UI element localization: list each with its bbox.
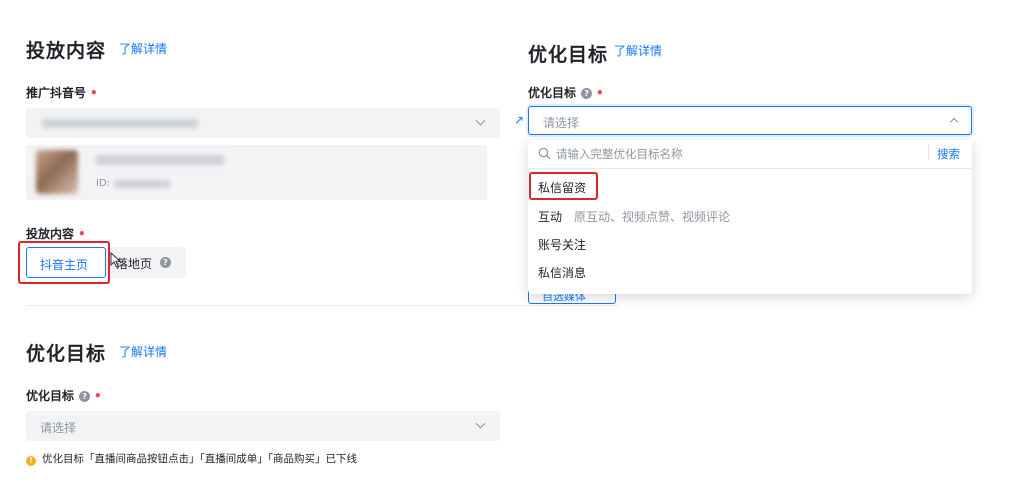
goal-notice-text: 优化目标「直播间商品按钮点击」「直播间成单」「商品购买」已下线: [42, 453, 357, 465]
goal-option-interaction[interactable]: 互动 原互动、视频点赞、视频评论: [538, 208, 730, 225]
goal-label-text: 优化目标: [26, 389, 75, 403]
help-icon[interactable]: ?: [160, 257, 171, 268]
goal-option-label: 账号关注: [538, 238, 587, 252]
dropdown-divider: [528, 168, 972, 169]
help-icon[interactable]: ?: [581, 88, 593, 99]
help-icon[interactable]: ?: [79, 391, 91, 402]
account-card: ID:: [26, 145, 487, 200]
avatar: [36, 150, 78, 194]
right-goal-learn-more-link[interactable]: 了解详情: [614, 42, 662, 59]
chevron-down-icon: [475, 418, 486, 429]
search-separator: [928, 144, 929, 160]
required-mark: •: [90, 86, 98, 100]
chevron-down-icon: [475, 115, 486, 126]
account-id-label: ID:: [96, 178, 111, 189]
content-section-title: 投放内容: [26, 40, 107, 62]
account-id-redacted: [114, 180, 170, 188]
goal-option-label: 私信消息: [538, 266, 587, 280]
content-type-label: 投放内容 •: [26, 225, 86, 242]
mouse-cursor-icon: [110, 252, 121, 268]
account-name-redacted: [96, 155, 224, 165]
goal-search-button[interactable]: 搜索: [937, 146, 960, 162]
goal-section-title: 优化目标: [26, 343, 107, 365]
account-select[interactable]: [26, 108, 500, 138]
content-learn-more-link[interactable]: 了解详情: [119, 40, 167, 57]
required-mark: •: [596, 86, 604, 100]
goal-option-label: 互动: [538, 210, 563, 224]
account-value-redacted: [42, 119, 198, 128]
required-mark: •: [78, 227, 86, 241]
highlight-box: [529, 172, 598, 200]
search-icon: [538, 147, 551, 160]
warning-icon: !: [26, 456, 36, 466]
right-goal-section-title: 优化目标: [528, 44, 609, 66]
landing-page-label: 落地页: [116, 257, 153, 271]
goal-select[interactable]: 请选择: [26, 411, 500, 441]
goal-notice: ! 优化目标「直播间商品按钮点击」「直播间成单」「商品购买」已下线: [26, 451, 357, 466]
account-side-link-fragment[interactable]: ↗: [514, 113, 524, 127]
goal-label: 优化目标? •: [26, 387, 102, 404]
account-label-text: 推广抖音号: [26, 86, 87, 100]
highlight-box: [18, 241, 110, 284]
right-goal-label-text: 优化目标: [528, 86, 577, 100]
chevron-up-icon: [949, 117, 959, 127]
goal-select-placeholder: 请选择: [40, 421, 77, 435]
right-goal-select-placeholder: 请选择: [543, 116, 580, 130]
section-divider: [26, 305, 618, 306]
right-goal-label: 优化目标? •: [528, 84, 604, 101]
goal-learn-more-link[interactable]: 了解详情: [119, 343, 167, 360]
goal-option-desc: 原互动、视频点赞、视频评论: [574, 210, 731, 224]
goal-search-input[interactable]: 请输入完整优化目标名称: [556, 146, 683, 162]
goal-dropdown: 请输入完整优化目标名称 搜索 私信留资 互动 原互动、视频点赞、视频评论 账号关注…: [528, 140, 972, 294]
content-type-label-text: 投放内容: [26, 227, 75, 241]
account-label: 推广抖音号 •: [26, 84, 98, 101]
right-goal-select[interactable]: 请选择: [528, 106, 972, 135]
goal-option-account-follow[interactable]: 账号关注: [538, 236, 586, 253]
required-mark: •: [94, 389, 102, 403]
goal-option-private-message[interactable]: 私信消息: [538, 264, 586, 281]
